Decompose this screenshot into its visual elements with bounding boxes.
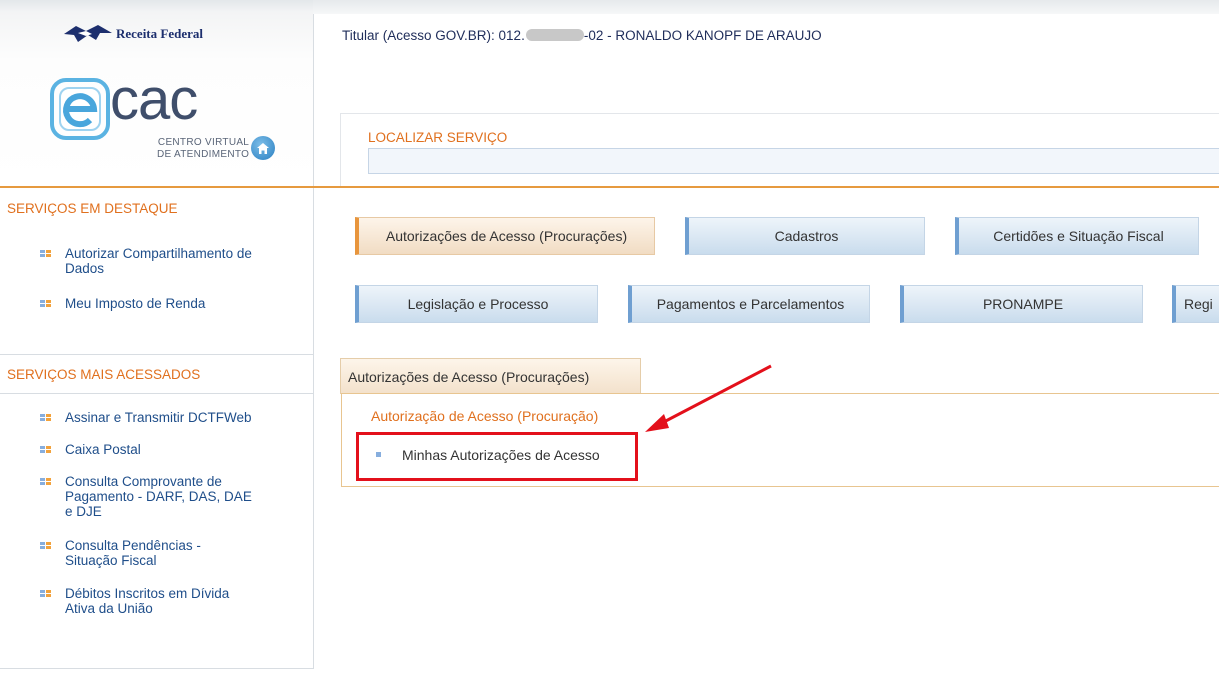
sidebar-item-consulta-comprovante[interactable]: Consulta Comprovante de Pagamento - DARF… (0, 474, 313, 538)
panel-group-title: Autorização de Acesso (Procuração) (371, 408, 599, 424)
sidebar-item-label: Consulta Pendências - (65, 538, 201, 553)
ecac-e-icon (50, 78, 110, 140)
most-accessed-list: Assinar e Transmitir DCTFWeb Caixa Posta… (0, 410, 313, 616)
sidebar-item-caixa-postal[interactable]: Caixa Postal (0, 442, 313, 474)
brand-separator (0, 186, 313, 188)
ecac-subtitle: CENTRO VIRTUAL DE ATENDIMENTO (157, 137, 249, 161)
tab-pagamentos-e-parcelamentos[interactable]: Pagamentos e Parcelamentos (628, 285, 870, 323)
tab-cadastros[interactable]: Cadastros (685, 217, 925, 255)
sidebar-item-meu-imposto-de-renda[interactable]: Meu Imposto de Renda (0, 296, 313, 311)
account-holder: Titular (Acesso GOV.BR): 012. -02 - RONAL… (342, 28, 822, 43)
bullet-icon (40, 414, 51, 421)
sidebar-item-label: Pagamento - DARF, DAS, DAE (65, 489, 252, 504)
account-holder-suffix: -02 - RONALDO KANOPF DE ARAUJO (583, 28, 822, 43)
divider (0, 354, 313, 355)
tab-regi[interactable]: Regi (1172, 285, 1219, 323)
sidebar-item-debitos-divida-ativa[interactable]: Débitos Inscritos em Dívida Ativa da Uni… (0, 586, 313, 616)
ecac-logo: cac CENTRO VIRTUAL DE ATENDIMENTO (50, 67, 250, 174)
home-icon (257, 142, 269, 154)
home-button[interactable] (251, 136, 275, 160)
sidebar-item-label: Ativa da União (65, 601, 153, 616)
featured-services-title: SERVIÇOS EM DESTAQUE (7, 201, 178, 216)
sidebar-item-label: Autorizar Compartilhamento de (65, 246, 252, 261)
service-search-box: LOCALIZAR SERVIÇO (340, 113, 1219, 186)
receita-federal-logo[interactable]: Receita Federal (62, 24, 203, 44)
ecac-wordmark: cac (110, 67, 198, 132)
ecac-subtitle-line1: CENTRO VIRTUAL (157, 137, 250, 148)
sidebar-item-consulta-pendencias[interactable]: Consulta Pendências - Situação Fiscal (0, 538, 313, 586)
panel-tab-autorizacoes[interactable]: Autorizações de Acesso (Procurações) (340, 358, 641, 394)
featured-services-list: Autorizar Compartilhamento de Dados Meu … (0, 246, 313, 311)
sidebar-item-label: Caixa Postal (65, 442, 141, 457)
bullet-icon (40, 250, 51, 257)
redacted-id (525, 29, 584, 42)
tab-legislacao-e-processo[interactable]: Legislação e Processo (355, 285, 598, 323)
service-search-label: LOCALIZAR SERVIÇO (368, 130, 508, 145)
header-separator (313, 186, 1219, 188)
bullet-icon (40, 590, 51, 597)
sidebar-item-autorizar-compartilhamento[interactable]: Autorizar Compartilhamento de Dados (0, 246, 313, 296)
bullet-icon (40, 542, 51, 549)
account-holder-prefix: Titular (Acesso GOV.BR): 012. (342, 28, 525, 43)
sidebar: Receita Federal cac CENTRO VIRTUAL DE AT… (0, 0, 314, 669)
sidebar-item-dctfweb[interactable]: Assinar e Transmitir DCTFWeb (0, 410, 313, 442)
highlight-box (356, 432, 638, 481)
tab-autorizacoes-de-acesso[interactable]: Autorizações de Acesso (Procurações) (355, 217, 655, 255)
sidebar-item-label: Meu Imposto de Renda (65, 296, 206, 311)
service-search-input[interactable] (368, 148, 1219, 174)
sidebar-item-label: Débitos Inscritos em Dívida (65, 586, 230, 601)
tab-pronampe[interactable]: PRONAMPE (900, 285, 1143, 323)
brand-header: Receita Federal cac CENTRO VIRTUAL DE AT… (0, 0, 313, 186)
most-accessed-title: SERVIÇOS MAIS ACESSADOS (7, 367, 201, 382)
sidebar-item-label: Dados (65, 261, 105, 276)
divider (0, 393, 313, 394)
bullet-icon (40, 446, 51, 453)
receita-federal-emblem-icon (64, 25, 112, 42)
sidebar-item-label: Situação Fiscal (65, 553, 157, 568)
bullet-icon (40, 300, 51, 307)
sidebar-item-label: e DJE (65, 504, 102, 519)
receita-federal-text: Receita Federal (116, 26, 203, 41)
sidebar-item-label: Assinar e Transmitir DCTFWeb (65, 410, 252, 425)
tab-certidoes-situacao-fiscal[interactable]: Certidões e Situação Fiscal (955, 217, 1199, 255)
bullet-icon (40, 478, 51, 485)
sidebar-item-label: Consulta Comprovante de (65, 474, 222, 489)
top-strip (313, 0, 1219, 14)
ecac-subtitle-line2: DE ATENDIMENTO (157, 149, 250, 160)
